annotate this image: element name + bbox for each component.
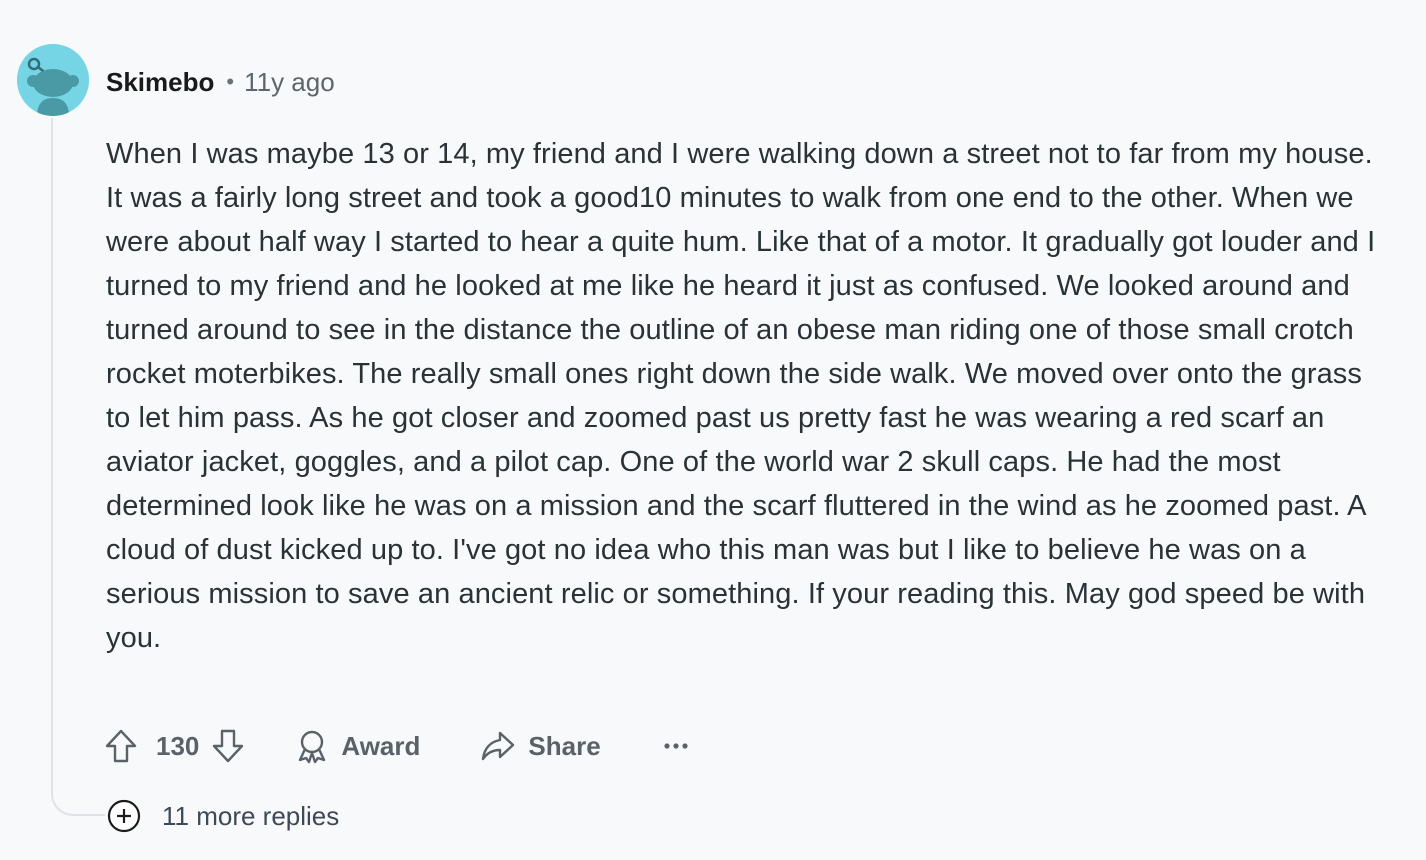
award-button[interactable]: Award bbox=[295, 728, 420, 764]
upvote-arrow-icon[interactable] bbox=[104, 728, 138, 764]
comment-container: Skimebo • 11y ago When I was maybe 13 or… bbox=[0, 0, 1426, 860]
more-replies-button[interactable]: 11 more replies bbox=[106, 796, 339, 836]
timestamp[interactable]: 11y ago bbox=[244, 67, 335, 98]
expand-plus-icon bbox=[106, 798, 142, 834]
share-button[interactable]: Share bbox=[480, 729, 601, 763]
comment-header: Skimebo • 11y ago bbox=[106, 64, 335, 100]
comment-text: When I was maybe 13 or 14, my friend and… bbox=[106, 138, 1376, 654]
award-label: Award bbox=[341, 730, 421, 761]
comment-body: When I was maybe 13 or 14, my friend and… bbox=[106, 132, 1376, 660]
share-arrow-icon bbox=[480, 729, 516, 763]
username-link[interactable]: Skimebo bbox=[106, 67, 214, 98]
award-icon bbox=[295, 728, 329, 764]
thread-line-curve bbox=[51, 770, 105, 816]
separator-dot: • bbox=[226, 69, 235, 94]
thread-line[interactable] bbox=[51, 118, 53, 792]
comment-actions: 130 Award Share bbox=[104, 724, 689, 768]
downvote-arrow-icon[interactable] bbox=[211, 728, 245, 764]
avatar-snoo-icon bbox=[17, 44, 89, 116]
more-replies-label: 11 more replies bbox=[162, 800, 340, 831]
vote-count: 130 bbox=[156, 730, 200, 761]
share-label: Share bbox=[528, 730, 601, 761]
more-options-icon bbox=[663, 741, 689, 751]
avatar[interactable] bbox=[17, 44, 89, 116]
vote-group: 130 bbox=[104, 728, 245, 764]
more-options-button[interactable] bbox=[663, 741, 689, 751]
